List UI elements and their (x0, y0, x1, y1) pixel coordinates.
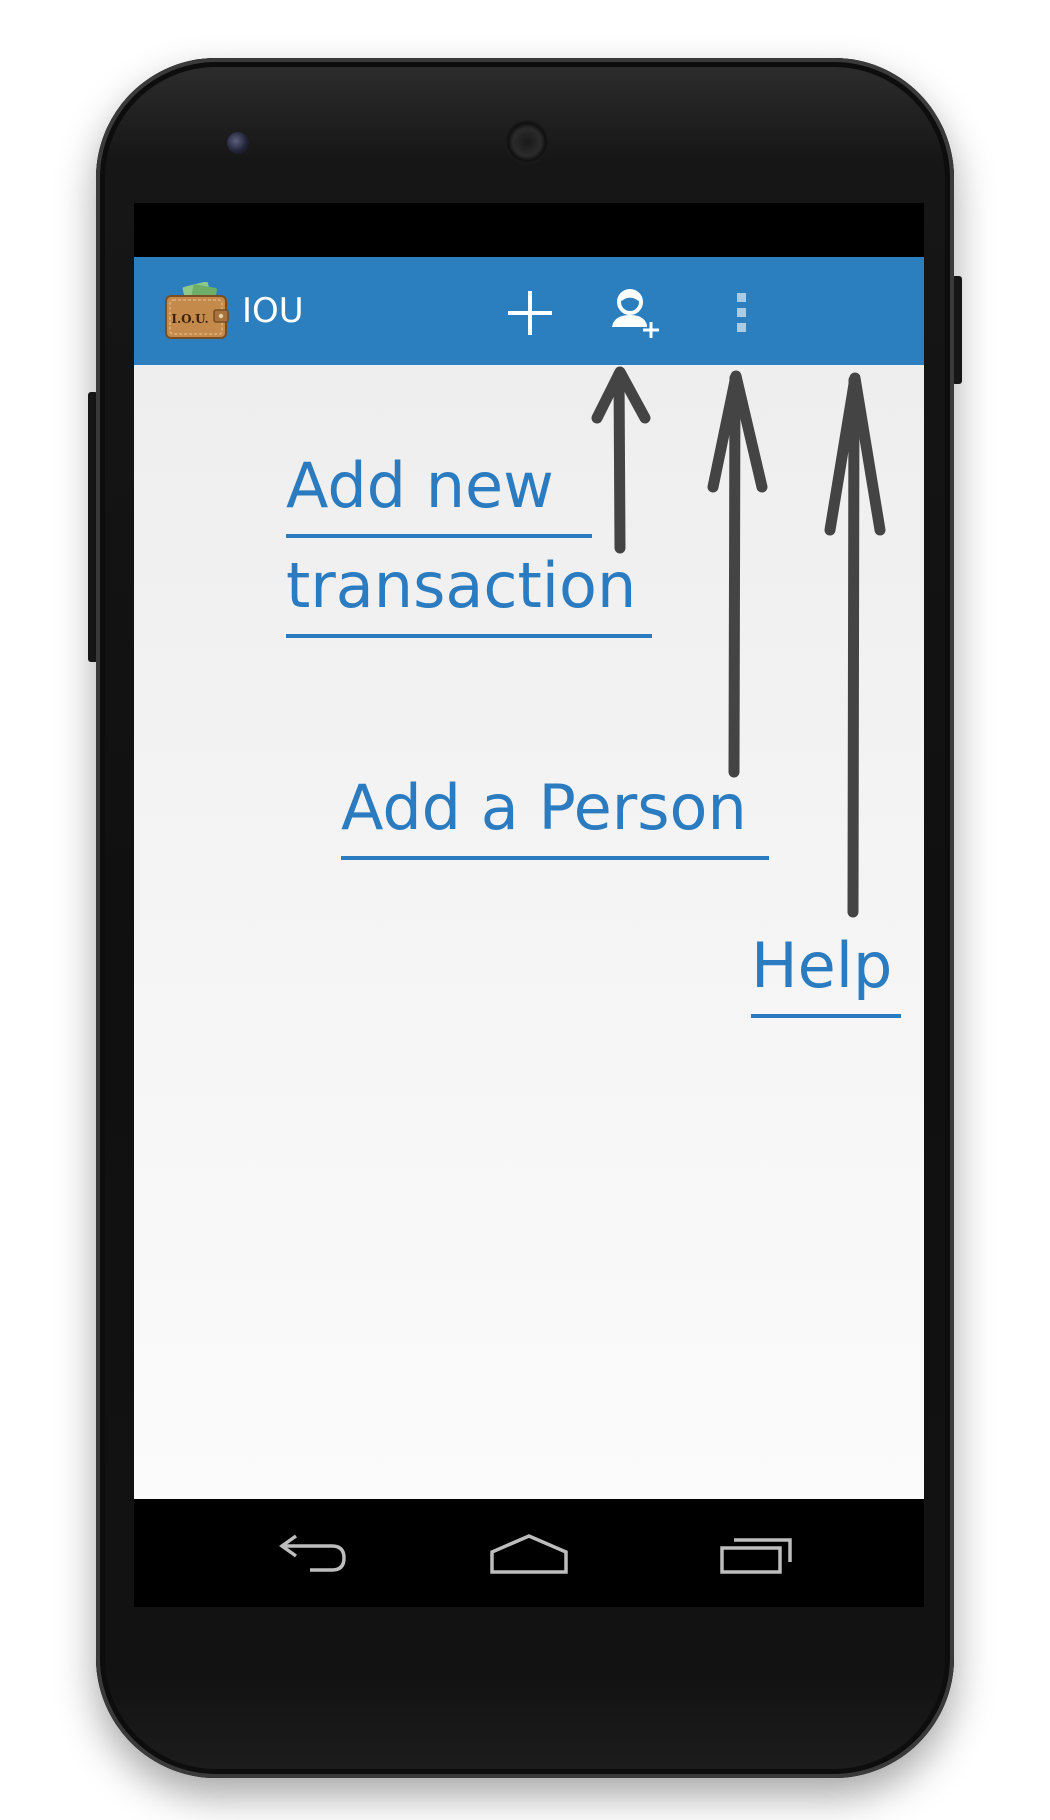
overflow-menu-button[interactable] (702, 277, 782, 349)
status-bar (134, 203, 924, 257)
help-annotation-text: Help (751, 918, 901, 1018)
add-transaction-annotation-line2: transaction (286, 538, 652, 638)
home-button[interactable] (479, 1519, 579, 1589)
plus-icon (508, 291, 552, 335)
help-annotation: Help (751, 918, 901, 1018)
wallet-iou-icon[interactable]: I.O.U. (164, 281, 230, 340)
add-transaction-button[interactable] (490, 277, 570, 349)
navigation-bar (134, 1499, 924, 1607)
front-camera (227, 132, 249, 154)
back-icon (278, 1534, 346, 1572)
recents-icon (720, 1538, 792, 1574)
add-person-annotation-text: Add a Person (341, 760, 769, 860)
add-person-icon (612, 289, 659, 338)
app-title: IOU (242, 291, 304, 331)
more-vert-icon (737, 293, 746, 332)
svg-text:I.O.U.: I.O.U. (171, 312, 208, 326)
add-person-button[interactable] (594, 277, 674, 349)
earpiece-speaker (505, 120, 549, 164)
stage: I.O.U. IOU Add new transaction Add a Per… (0, 0, 1050, 1820)
recents-button[interactable] (706, 1519, 806, 1589)
add-transaction-annotation: Add new transaction (286, 438, 652, 638)
action-bar: I.O.U. IOU (134, 257, 924, 365)
add-transaction-annotation-line1: Add new (286, 438, 592, 538)
home-icon (490, 1534, 568, 1574)
add-person-annotation: Add a Person (341, 760, 769, 860)
back-button[interactable] (260, 1519, 360, 1589)
